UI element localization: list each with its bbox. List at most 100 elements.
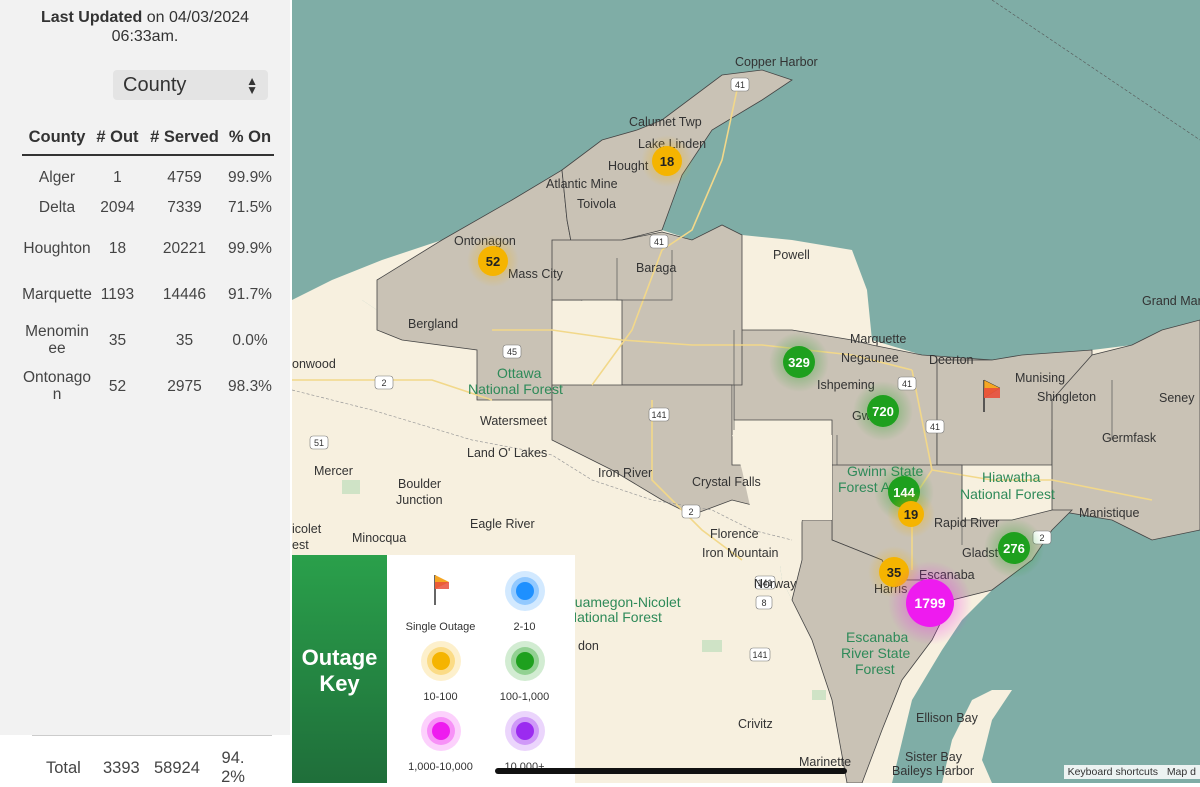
group-by-value: County [123,74,187,96]
cluster-52[interactable]: 52 [467,235,519,287]
route-shield: 41 [730,77,750,92]
route-shield: 8 [755,595,773,610]
cluster-count: 52 [486,254,500,269]
cell-county: Ontonagon [22,369,92,403]
cell-out: 18 [108,239,127,257]
table-row[interactable]: Houghton 18 20221 99.9% [22,225,274,271]
keyboard-shortcuts-link[interactable]: Keyboard shortcuts [1068,766,1158,778]
label-junction: Junction [396,493,443,507]
label-calumet: Calumet Twp [629,115,702,129]
table-row[interactable]: Menominee 35 35 0.0% [22,317,274,363]
table-row[interactable]: Marquette 1193 14446 91.7% [22,271,274,317]
label-est: est [292,538,309,552]
label-powell: Powell [773,248,810,262]
cell-out: 35 [108,331,127,349]
label-watersmeet: Watersmeet [480,414,547,428]
label-marquette: Marquette [850,332,906,346]
key-item-10-100: 10-100 [393,639,488,703]
route-shield: 141 [648,407,670,422]
total-served: 58924 [154,759,200,777]
key-item-single-outage: Single Outage [393,569,488,633]
key-item-1000-10000: 1,000-10,000 [393,709,488,773]
table-row[interactable]: Ontonagon 52 2975 98.3% [22,363,274,409]
route-41-a: 41 [735,80,745,90]
park-ottawa-2: National Forest [468,381,563,397]
key-item-2-10: 2-10 [477,569,572,633]
label-don: don [578,639,599,653]
label-munising: Munising [1015,371,1065,385]
label-iron-mountain: Iron Mountain [702,546,778,560]
park-hiawatha-1: Hiawatha [982,469,1041,485]
park-escanaba-2: River State [841,645,910,661]
flag-icon [433,575,449,605]
route-8: 8 [761,598,766,608]
total-pct: 94.2% [221,749,245,786]
label-negaunee: Negaunee [841,351,899,365]
cluster-count: 19 [904,507,918,522]
route-shield: 51 [309,435,329,450]
label-germfask: Germfask [1102,431,1157,445]
cell-pct: 91.7% [228,285,272,303]
route-shield: 41 [925,419,945,434]
label-deerton: Deerton [929,353,974,367]
cluster-1799[interactable]: 1799 [888,561,972,645]
blue-cluster-icon [504,571,545,611]
route-shield: 141 [749,647,771,662]
table-row[interactable]: Alger 1 4759 99.9% [22,155,274,189]
cell-out: 2094 [100,198,135,216]
outage-key: Outage Key Single Outage 2-10 10-100 100… [292,555,575,783]
route-shield: 2 [374,375,394,390]
label-eagle-river: Eagle River [470,517,535,531]
cell-pct: 99.9% [228,169,272,186]
label-manistique: Manistique [1079,506,1139,520]
cell-out: 1 [113,169,122,186]
cell-served: 2975 [167,377,202,395]
cluster-329[interactable]: 329 [769,332,829,392]
cluster-720[interactable]: 720 [853,381,913,441]
label-seney: Seney [1159,391,1195,405]
total-label: Total [46,759,81,777]
route-41-d: 41 [930,422,940,432]
table-header-row: County # Out # Served % On [22,128,274,156]
cell-served: 35 [175,331,194,349]
key-label: 100-1,000 [499,691,550,703]
park-ottawa-1: Ottawa [497,365,542,381]
route-2-a: 2 [381,378,386,388]
label-rapid-river: Rapid River [934,516,999,530]
route-141-a: 141 [651,410,666,420]
label-iron-river: Iron River [598,466,652,480]
cell-pct: 0.0% [232,331,268,349]
col-served[interactable]: # Served [142,128,226,156]
col-pct-on[interactable]: % On [226,128,274,156]
label-marinette: Marinette [799,755,851,769]
last-updated-label: Last Updated [40,9,143,26]
yellow-cluster-icon [420,641,461,681]
col-out[interactable]: # Out [92,128,143,156]
divider [32,735,272,736]
route-shield: 45 [502,344,522,359]
map-data-link[interactable]: Map d [1167,766,1196,778]
key-label: 2-10 [513,621,536,633]
label-mercer: Mercer [314,464,353,478]
park-escanaba-3: Forest [855,661,895,677]
col-county[interactable]: County [22,128,92,156]
total-out: 3393 [103,759,140,777]
cluster-18[interactable]: 18 [641,135,693,187]
cell-served: 7339 [167,198,202,216]
route-141-b: 141 [752,650,767,660]
select-arrows-icon: ▲ ▼ [246,74,258,97]
outage-key-header: Outage Key [292,555,387,783]
cell-pct: 71.5% [228,198,272,216]
cluster-276[interactable]: 276 [984,518,1044,578]
cluster-19[interactable]: 19 [887,490,935,538]
label-baraga: Baraga [636,261,676,275]
cell-served: 4759 [167,169,202,186]
cluster-count: 329 [788,355,810,370]
cluster-count: 720 [872,404,894,419]
group-by-select[interactable]: County ▲ ▼ [113,70,268,100]
cell-county: Menominee [25,323,89,357]
horizontal-scrollbar[interactable] [495,768,847,774]
table-row[interactable]: Delta 2094 7339 71.5% [22,189,274,225]
label-land-o-lakes: Land O' Lakes [467,446,547,460]
label-ellison-bay: Ellison Bay [916,711,979,725]
